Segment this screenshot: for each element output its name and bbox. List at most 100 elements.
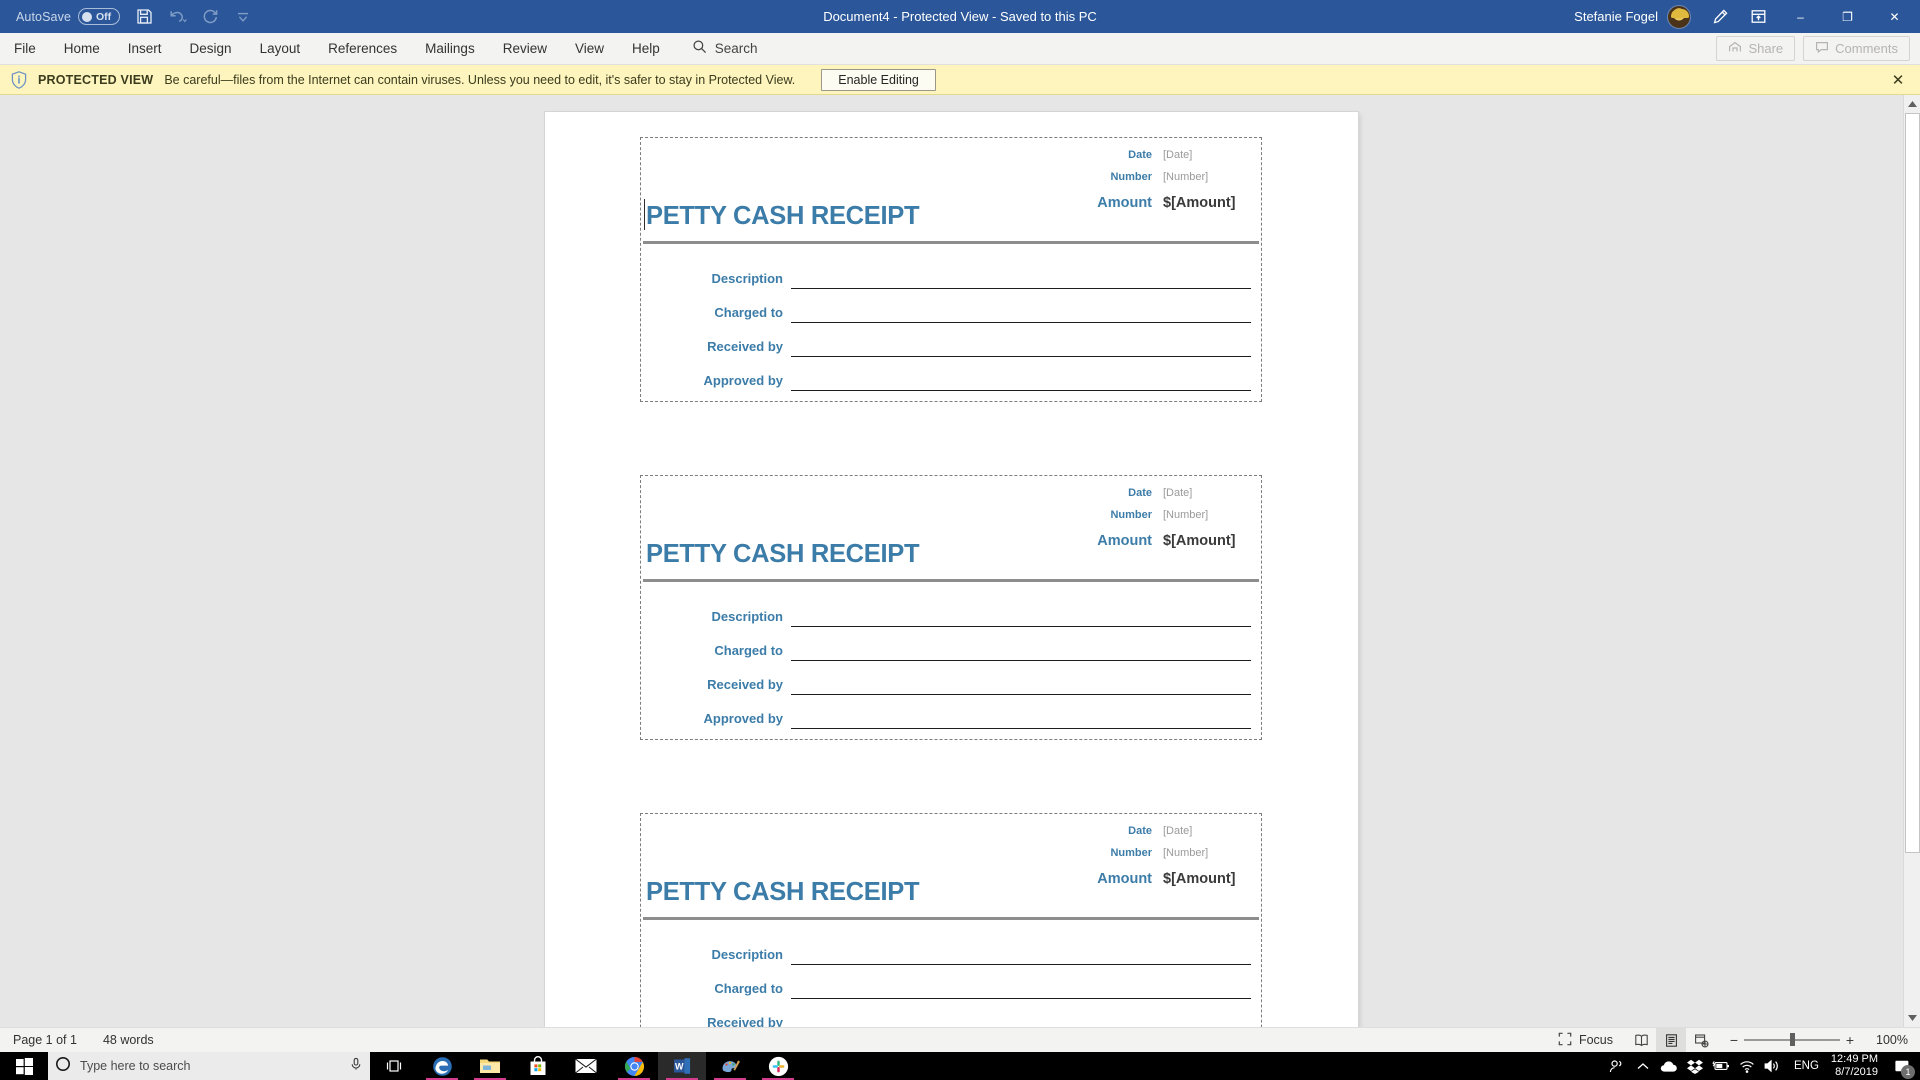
scrollbar-thumb[interactable] bbox=[1905, 113, 1920, 853]
microphone-icon[interactable] bbox=[349, 1057, 363, 1076]
taskbar-search[interactable]: Type here to search bbox=[48, 1052, 370, 1080]
tab-home[interactable]: Home bbox=[50, 33, 114, 64]
battery-icon[interactable] bbox=[1708, 1052, 1734, 1080]
field-row-charged-to[interactable]: Charged to bbox=[646, 289, 1251, 323]
customize-quick-access-icon[interactable] bbox=[228, 4, 258, 30]
meta-value-date[interactable]: [Date] bbox=[1163, 149, 1251, 161]
meta-value-number[interactable]: [Number] bbox=[1163, 171, 1251, 183]
field-row-charged-to[interactable]: Charged to bbox=[646, 965, 1251, 999]
meta-value-amount[interactable]: $[Amount] bbox=[1163, 871, 1251, 887]
tab-help[interactable]: Help bbox=[618, 33, 674, 64]
web-layout-icon[interactable] bbox=[1686, 1028, 1716, 1053]
file-explorer-icon[interactable] bbox=[466, 1052, 514, 1080]
word-count[interactable]: 48 words bbox=[90, 1028, 167, 1053]
tab-references[interactable]: References bbox=[314, 33, 411, 64]
tab-insert[interactable]: Insert bbox=[114, 33, 176, 64]
zoom-out-button[interactable]: − bbox=[1724, 1032, 1744, 1048]
volume-icon[interactable] bbox=[1760, 1052, 1786, 1080]
paint-3d-icon[interactable] bbox=[706, 1052, 754, 1080]
zoom-slider[interactable]: − + bbox=[1724, 1032, 1860, 1048]
comments-button[interactable]: Comments bbox=[1803, 36, 1910, 61]
word-icon[interactable]: W bbox=[658, 1052, 706, 1080]
meta-value-date[interactable]: [Date] bbox=[1163, 825, 1251, 837]
avatar[interactable] bbox=[1667, 4, 1691, 29]
field-row-description[interactable]: Description bbox=[646, 931, 1251, 965]
field-row-charged-to[interactable]: Charged to bbox=[646, 627, 1251, 661]
print-layout-icon[interactable] bbox=[1656, 1027, 1686, 1053]
receipt-block[interactable]: PETTY CASH RECEIPT Date [Date] Number [N… bbox=[640, 137, 1262, 402]
input-language[interactable]: ENG bbox=[1786, 1060, 1827, 1072]
field-row-approved-by[interactable]: Approved by bbox=[646, 695, 1251, 729]
save-icon[interactable] bbox=[129, 4, 159, 30]
field-line-charged-to[interactable] bbox=[791, 639, 1251, 661]
redo-icon[interactable] bbox=[195, 4, 225, 30]
field-line-received-by[interactable] bbox=[791, 673, 1251, 695]
user-name[interactable]: Stefanie Fogel bbox=[1574, 9, 1667, 24]
field-line-description[interactable] bbox=[791, 943, 1251, 965]
read-mode-icon[interactable] bbox=[1626, 1028, 1656, 1053]
tab-layout[interactable]: Layout bbox=[246, 33, 315, 64]
maximize-button[interactable]: ❐ bbox=[1824, 0, 1871, 33]
onedrive-cloud-icon[interactable] bbox=[1656, 1052, 1682, 1080]
undo-icon[interactable] bbox=[162, 4, 192, 30]
show-hidden-icons-chevron-icon[interactable] bbox=[1630, 1052, 1656, 1080]
field-line-approved-by[interactable] bbox=[791, 707, 1251, 729]
vertical-scrollbar[interactable] bbox=[1903, 95, 1920, 1027]
scroll-up-icon[interactable] bbox=[1904, 95, 1920, 113]
field-line-description[interactable] bbox=[791, 605, 1251, 627]
tab-view[interactable]: View bbox=[561, 33, 618, 64]
share-button[interactable]: Share bbox=[1716, 36, 1796, 61]
field-row-description[interactable]: Description bbox=[646, 593, 1251, 627]
document-page[interactable]: PETTY CASH RECEIPT Date [Date] Number [N… bbox=[545, 112, 1358, 1027]
meta-value-date[interactable]: [Date] bbox=[1163, 487, 1251, 499]
field-line-description[interactable] bbox=[791, 267, 1251, 289]
field-row-received-by[interactable]: Received by bbox=[646, 323, 1251, 357]
tab-review[interactable]: Review bbox=[489, 33, 561, 64]
close-button[interactable]: ✕ bbox=[1871, 0, 1918, 33]
zoom-track[interactable] bbox=[1744, 1033, 1840, 1047]
task-view-icon[interactable] bbox=[370, 1052, 418, 1080]
receipt-block[interactable]: PETTY CASH RECEIPT Date [Date] Number [N… bbox=[640, 475, 1262, 740]
dropbox-icon[interactable] bbox=[1682, 1052, 1708, 1080]
field-row-approved-by[interactable]: Approved by bbox=[646, 357, 1251, 391]
windows-start-icon[interactable] bbox=[0, 1052, 48, 1080]
page-info[interactable]: Page 1 of 1 bbox=[0, 1028, 90, 1053]
field-line-charged-to[interactable] bbox=[791, 301, 1251, 323]
microsoft-store-icon[interactable] bbox=[514, 1052, 562, 1080]
focus-mode-button[interactable]: Focus bbox=[1545, 1028, 1626, 1053]
autosave-switch[interactable]: Off bbox=[78, 8, 121, 25]
people-icon[interactable] bbox=[1604, 1052, 1630, 1080]
close-icon[interactable]: ✕ bbox=[1889, 71, 1907, 89]
edge-icon[interactable] bbox=[418, 1052, 466, 1080]
scroll-down-icon[interactable] bbox=[1904, 1009, 1920, 1027]
field-row-description[interactable]: Description bbox=[646, 255, 1251, 289]
taskbar-clock[interactable]: 12:49 PM 8/7/2019 bbox=[1827, 1053, 1888, 1079]
zoom-thumb[interactable] bbox=[1790, 1033, 1795, 1047]
zoom-level[interactable]: 100% bbox=[1866, 1033, 1908, 1047]
mail-icon[interactable] bbox=[562, 1052, 610, 1080]
tab-file[interactable]: File bbox=[0, 33, 50, 64]
meta-value-amount[interactable]: $[Amount] bbox=[1163, 533, 1251, 549]
field-row-received-by[interactable]: Received by bbox=[646, 999, 1251, 1027]
field-line-received-by[interactable] bbox=[791, 335, 1251, 357]
receipt-block[interactable]: PETTY CASH RECEIPT Date [Date] Number [N… bbox=[640, 813, 1262, 1027]
field-line-received-by[interactable] bbox=[791, 1011, 1251, 1027]
meta-value-number[interactable]: [Number] bbox=[1163, 847, 1251, 859]
field-row-received-by[interactable]: Received by bbox=[646, 661, 1251, 695]
autosave-toggle[interactable]: AutoSave Off bbox=[10, 4, 126, 30]
tab-design[interactable]: Design bbox=[176, 33, 246, 64]
minimize-button[interactable]: – bbox=[1777, 0, 1824, 33]
zoom-in-button[interactable]: + bbox=[1840, 1032, 1860, 1048]
field-line-approved-by[interactable] bbox=[791, 369, 1251, 391]
document-canvas[interactable]: PETTY CASH RECEIPT Date [Date] Number [N… bbox=[0, 95, 1920, 1027]
action-center-icon[interactable]: 1 bbox=[1888, 1052, 1916, 1080]
ribbon-display-options-icon[interactable] bbox=[1739, 0, 1777, 33]
tab-mailings[interactable]: Mailings bbox=[411, 33, 489, 64]
pen-ink-icon[interactable] bbox=[1701, 0, 1739, 33]
chrome-icon[interactable] bbox=[610, 1052, 658, 1080]
field-line-charged-to[interactable] bbox=[791, 977, 1251, 999]
meta-value-amount[interactable]: $[Amount] bbox=[1163, 195, 1251, 211]
wifi-icon[interactable] bbox=[1734, 1052, 1760, 1080]
enable-editing-button[interactable]: Enable Editing bbox=[821, 68, 936, 91]
meta-value-number[interactable]: [Number] bbox=[1163, 509, 1251, 521]
